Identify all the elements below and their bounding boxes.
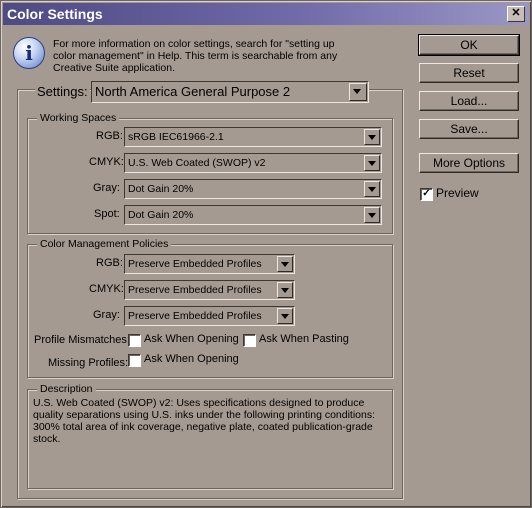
working-spaces-title: Working Spaces <box>37 112 120 124</box>
policy-rgb-value: Preserve Embedded Profiles <box>128 258 262 270</box>
policy-cmyk-value: Preserve Embedded Profiles <box>128 284 262 296</box>
description-line: 300% total area of ink coverage, negativ… <box>33 421 373 433</box>
ws-gray-value: Dot Gain 20% <box>128 183 194 195</box>
chevron-down-icon[interactable] <box>364 155 380 171</box>
close-icon: ✕ <box>511 7 521 19</box>
ws-rgb-value: sRGB IEC61966-2.1 <box>128 131 224 143</box>
info-line: Creative Suite application. <box>53 62 175 74</box>
profile-mismatches-label: Profile Mismatches: <box>34 334 130 346</box>
ws-spot-select[interactable]: Dot Gain 20% <box>124 205 382 225</box>
settings-label: Settings: <box>35 84 90 99</box>
missing-ask-opening-checkbox[interactable] <box>128 354 141 367</box>
description-title: Description <box>37 383 96 395</box>
ws-rgb-label: RGB: <box>96 130 123 142</box>
chevron-down-icon[interactable] <box>364 207 380 223</box>
ws-spot-value: Dot Gain 20% <box>128 209 194 221</box>
chevron-down-icon[interactable] <box>277 282 293 298</box>
policy-rgb-select[interactable]: Preserve Embedded Profiles <box>124 254 295 274</box>
save-button[interactable]: Save... <box>419 119 519 139</box>
chevron-down-icon[interactable] <box>364 129 380 145</box>
info-icon: i <box>13 37 45 69</box>
ws-cmyk-value: U.S. Web Coated (SWOP) v2 <box>128 157 266 169</box>
policies-title: Color Management Policies <box>37 238 172 250</box>
color-settings-dialog: Color Settings ✕ i For more information … <box>0 0 532 508</box>
info-line: color management" in Help. This term is … <box>53 50 338 62</box>
description-line: stock. <box>33 433 61 445</box>
ws-gray-label: Gray: <box>93 182 120 194</box>
ws-spot-label: Spot: <box>94 208 120 220</box>
chevron-down-icon[interactable] <box>277 256 293 272</box>
policy-cmyk-select[interactable]: Preserve Embedded Profiles <box>124 280 295 300</box>
info-line: For more information on color settings, … <box>53 38 335 50</box>
preview-label: Preview <box>436 186 479 200</box>
ws-rgb-select[interactable]: sRGB IEC61966-2.1 <box>124 127 382 147</box>
mismatch-ask-opening-label: Ask When Opening <box>144 333 239 345</box>
more-options-button[interactable]: More Options <box>419 153 519 173</box>
mismatch-ask-opening-checkbox[interactable] <box>128 334 141 347</box>
policy-gray-value: Preserve Embedded Profiles <box>128 310 262 322</box>
missing-ask-opening-label: Ask When Opening <box>144 353 239 365</box>
description-line: U.S. Web Coated (SWOP) v2: Uses specific… <box>33 397 365 409</box>
policy-gray-select[interactable]: Preserve Embedded Profiles <box>124 306 295 326</box>
policy-cmyk-label: CMYK: <box>89 283 124 295</box>
policy-gray-label: Gray: <box>93 309 120 321</box>
title-bar[interactable]: Color Settings ✕ <box>3 3 529 25</box>
reset-button[interactable]: Reset <box>419 63 519 83</box>
chevron-down-icon[interactable] <box>364 181 380 197</box>
info-text: For more information on color settings, … <box>53 38 373 74</box>
preview-checkbox[interactable]: ✓ <box>420 188 433 201</box>
mismatch-ask-pasting-checkbox[interactable] <box>243 334 256 347</box>
chevron-down-icon[interactable] <box>349 83 367 101</box>
chevron-down-icon[interactable] <box>277 308 293 324</box>
ws-cmyk-select[interactable]: U.S. Web Coated (SWOP) v2 <box>124 153 382 173</box>
settings-value: North America General Purpose 2 <box>95 84 291 99</box>
description-text: U.S. Web Coated (SWOP) v2: Uses specific… <box>33 397 383 445</box>
policy-rgb-label: RGB: <box>96 257 123 269</box>
ws-gray-select[interactable]: Dot Gain 20% <box>124 179 382 199</box>
check-icon: ✓ <box>422 188 431 199</box>
missing-profiles-label: Missing Profiles: <box>48 357 129 369</box>
close-button[interactable]: ✕ <box>507 6 525 22</box>
mismatch-ask-pasting-label: Ask When Pasting <box>259 333 349 345</box>
settings-select[interactable]: North America General Purpose 2 <box>91 81 369 103</box>
load-button[interactable]: Load... <box>419 91 519 111</box>
ok-button[interactable]: OK <box>418 34 520 56</box>
description-line: quality separations using U.S. inks unde… <box>33 409 376 421</box>
ws-cmyk-label: CMYK: <box>89 156 124 168</box>
window-title: Color Settings <box>7 6 103 22</box>
